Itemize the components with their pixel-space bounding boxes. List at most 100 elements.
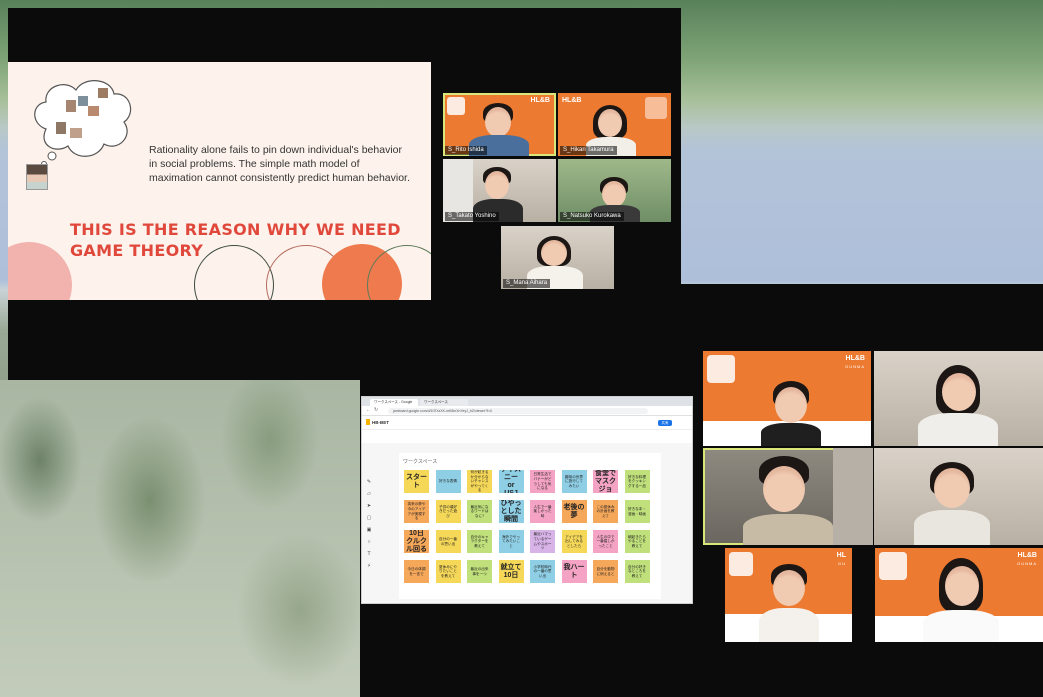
participant-face: [485, 171, 509, 199]
headline-line-1: THIS IS THE REASON WHY WE NEED: [70, 220, 401, 239]
brand-logo: HL&B: [562, 97, 582, 104]
brand-logo: HL&B: [530, 97, 550, 104]
sticky-note[interactable]: 好きな本・漫画・映画: [624, 500, 650, 523]
video-tile[interactable]: [874, 448, 1043, 545]
browser-tab-2[interactable]: ワークスペース: [420, 399, 468, 406]
sticky-note[interactable]: 人生の中で一番嬉しかったこと: [593, 530, 618, 553]
video-tile[interactable]: HL&B GUNMA: [875, 548, 1043, 642]
sticky-note[interactable]: 今日の体調を一言で: [404, 560, 429, 583]
browser-toolbar: ← ↻ jamboard.google.com/d/1t7lXzXK-mK8mX…: [362, 406, 692, 416]
jamboard-toolbar: HB-BET 共有: [362, 416, 692, 430]
laser-icon[interactable]: ⚡: [367, 563, 371, 570]
participant-face: [598, 109, 622, 137]
select-icon[interactable]: ➤: [367, 503, 371, 510]
browser-tab-1[interactable]: ワークスペース - Google Jamboard: [370, 399, 418, 411]
video-tile[interactable]: [703, 448, 873, 545]
participant-name: S_Mana Aihara: [503, 279, 551, 288]
video-tile[interactable]: S_Takato Yoshino: [443, 159, 556, 222]
participant-name: S_Hikari Takamura: [560, 146, 617, 155]
video-tile[interactable]: [874, 351, 1043, 446]
tool-palette: ✎ ▱ ➤ ▢ ▣ ○ T ⚡: [365, 479, 373, 570]
video-tile[interactable]: HL&B S_Hikari Takamura: [558, 93, 671, 156]
sticky-note[interactable]: この夏休みの計画を教えて: [593, 500, 618, 523]
decor-pink-circle: [8, 242, 72, 300]
video-tile[interactable]: HL&B GUNMA: [703, 351, 871, 446]
participant-face: [775, 387, 807, 423]
wall-door: [833, 448, 873, 545]
presentation-slide: Rationality alone fails to pin down indi…: [8, 62, 431, 300]
sticky-note[interactable]: 老後の夢: [561, 500, 587, 523]
pen-icon[interactable]: ✎: [367, 479, 371, 486]
participant-face: [934, 468, 970, 508]
video-tile[interactable]: HL&B S_Rito Ishida: [443, 93, 556, 156]
address-bar[interactable]: jamboard.google.com/d/1t7lXzXK-mK8mXnYey…: [388, 408, 648, 414]
refresh-icon[interactable]: ↻: [374, 407, 378, 413]
participant-shirt: [918, 413, 998, 446]
thought-cloud-icon: [34, 80, 132, 167]
sticky-note[interactable]: ディズニー or USJ: [498, 470, 524, 493]
puzzle-icon: [879, 552, 907, 580]
participant-face: [945, 566, 979, 606]
slide-body-text: Rationality alone fails to pin down indi…: [149, 144, 410, 184]
sticky-note[interactable]: 食堂でマスクジョ: [593, 470, 618, 493]
image-icon[interactable]: ▣: [367, 527, 372, 534]
sticky-note[interactable]: 子供の頃好きだった遊び: [435, 500, 461, 523]
participant-face: [602, 181, 626, 207]
circle-icon[interactable]: ○: [367, 539, 370, 546]
participant-face: [773, 570, 805, 606]
board-title: ワークスペース: [403, 459, 438, 465]
board-name[interactable]: HB-BET: [372, 420, 389, 425]
sticky-note[interactable]: 人生で一番楽しかった時: [530, 500, 555, 523]
sticky-note[interactable]: 夏休みにやりたいことを教えて: [435, 560, 461, 583]
brand-logo: HL&B GUNMA: [1017, 552, 1037, 566]
participant-name: S_Natsuko Kurokawa: [560, 212, 624, 221]
puzzle-icon: [707, 355, 735, 383]
sticky-note[interactable]: 海外でやってみたいこと: [498, 530, 524, 553]
participant-shirt: [759, 608, 819, 642]
sticky-note-icon[interactable]: ▢: [367, 515, 372, 522]
puzzle-icon: [447, 97, 465, 115]
participant-shirt: [743, 514, 833, 545]
sticky-note[interactable]: 最近ハマっているゲームやスポーツ: [530, 530, 555, 553]
sticky-note[interactable]: 最近の出来事を一つ: [467, 560, 492, 583]
puzzle-icon: [729, 552, 753, 576]
share-button[interactable]: 共有: [658, 420, 672, 426]
sticky-note[interactable]: 好きな料理をクッキングする一品: [624, 470, 650, 493]
sticky-note[interactable]: アイデアを出してみるとしたら: [561, 530, 587, 553]
sticky-note[interactable]: 好きな表情: [435, 470, 461, 493]
sticky-note[interactable]: 自分の好きなところを教えて: [624, 560, 650, 583]
brand-logo: HL GU: [836, 552, 846, 566]
participant-name: S_Takato Yoshino: [445, 212, 499, 221]
video-tile[interactable]: S_Natsuko Kurokawa: [558, 159, 671, 222]
eraser-icon[interactable]: ▱: [367, 491, 371, 498]
video-tile[interactable]: HL GU: [725, 548, 852, 642]
participant-shirt: [923, 610, 999, 642]
participant-face: [942, 373, 976, 411]
participant-face: [485, 107, 511, 137]
back-arrow-icon[interactable]: ←: [366, 407, 371, 413]
sticky-note[interactable]: 小学校時代の一番の思い出: [530, 560, 555, 583]
sticky-note[interactable]: 朝起きたらやることを教えて: [624, 530, 650, 553]
browser-tabbar: ワークスペース - Google Jamboard ワークスペース: [362, 397, 692, 411]
sticky-note[interactable]: 将来の夢や今のアイデアが実現する: [404, 500, 429, 523]
sticky-note[interactable]: 我ハート: [561, 560, 587, 583]
sticky-note[interactable]: 自分のキャラクターを教えて: [467, 530, 492, 553]
video-tile[interactable]: S_Mana Aihara: [501, 226, 614, 289]
sticky-note[interactable]: 何が起きるか分からないチャンスがやってくる: [467, 470, 492, 493]
participant-shirt: [761, 423, 821, 446]
sticky-note[interactable]: 10日クルクル回る: [404, 530, 429, 553]
sticky-note[interactable]: 自分の一番の思い出: [435, 530, 461, 553]
presenter-avatar: [26, 164, 48, 190]
sticky-note[interactable]: 自分を動物に例えると: [593, 560, 618, 583]
textbox-icon[interactable]: T: [367, 551, 370, 558]
participant-shirt: [914, 510, 990, 545]
sticky-note[interactable]: スタート: [404, 470, 429, 493]
sticky-note[interactable]: 趣味の世界に旅行してみたい: [561, 470, 587, 493]
sticky-note[interactable]: 最近気になるワードはなに?: [467, 500, 492, 523]
jamboard-frame: ワークスペース スタート好きな表情何が起きるか分からないチャンスがやってくるディ…: [399, 453, 661, 599]
sticky-note[interactable]: ひやっとした瞬間: [498, 500, 524, 523]
background-trees: [0, 380, 360, 697]
sticky-note[interactable]: 就立て10日: [498, 560, 524, 583]
participant-face: [763, 466, 805, 512]
sticky-note[interactable]: 日常生活でバナーがどうしても気になる: [530, 470, 555, 493]
